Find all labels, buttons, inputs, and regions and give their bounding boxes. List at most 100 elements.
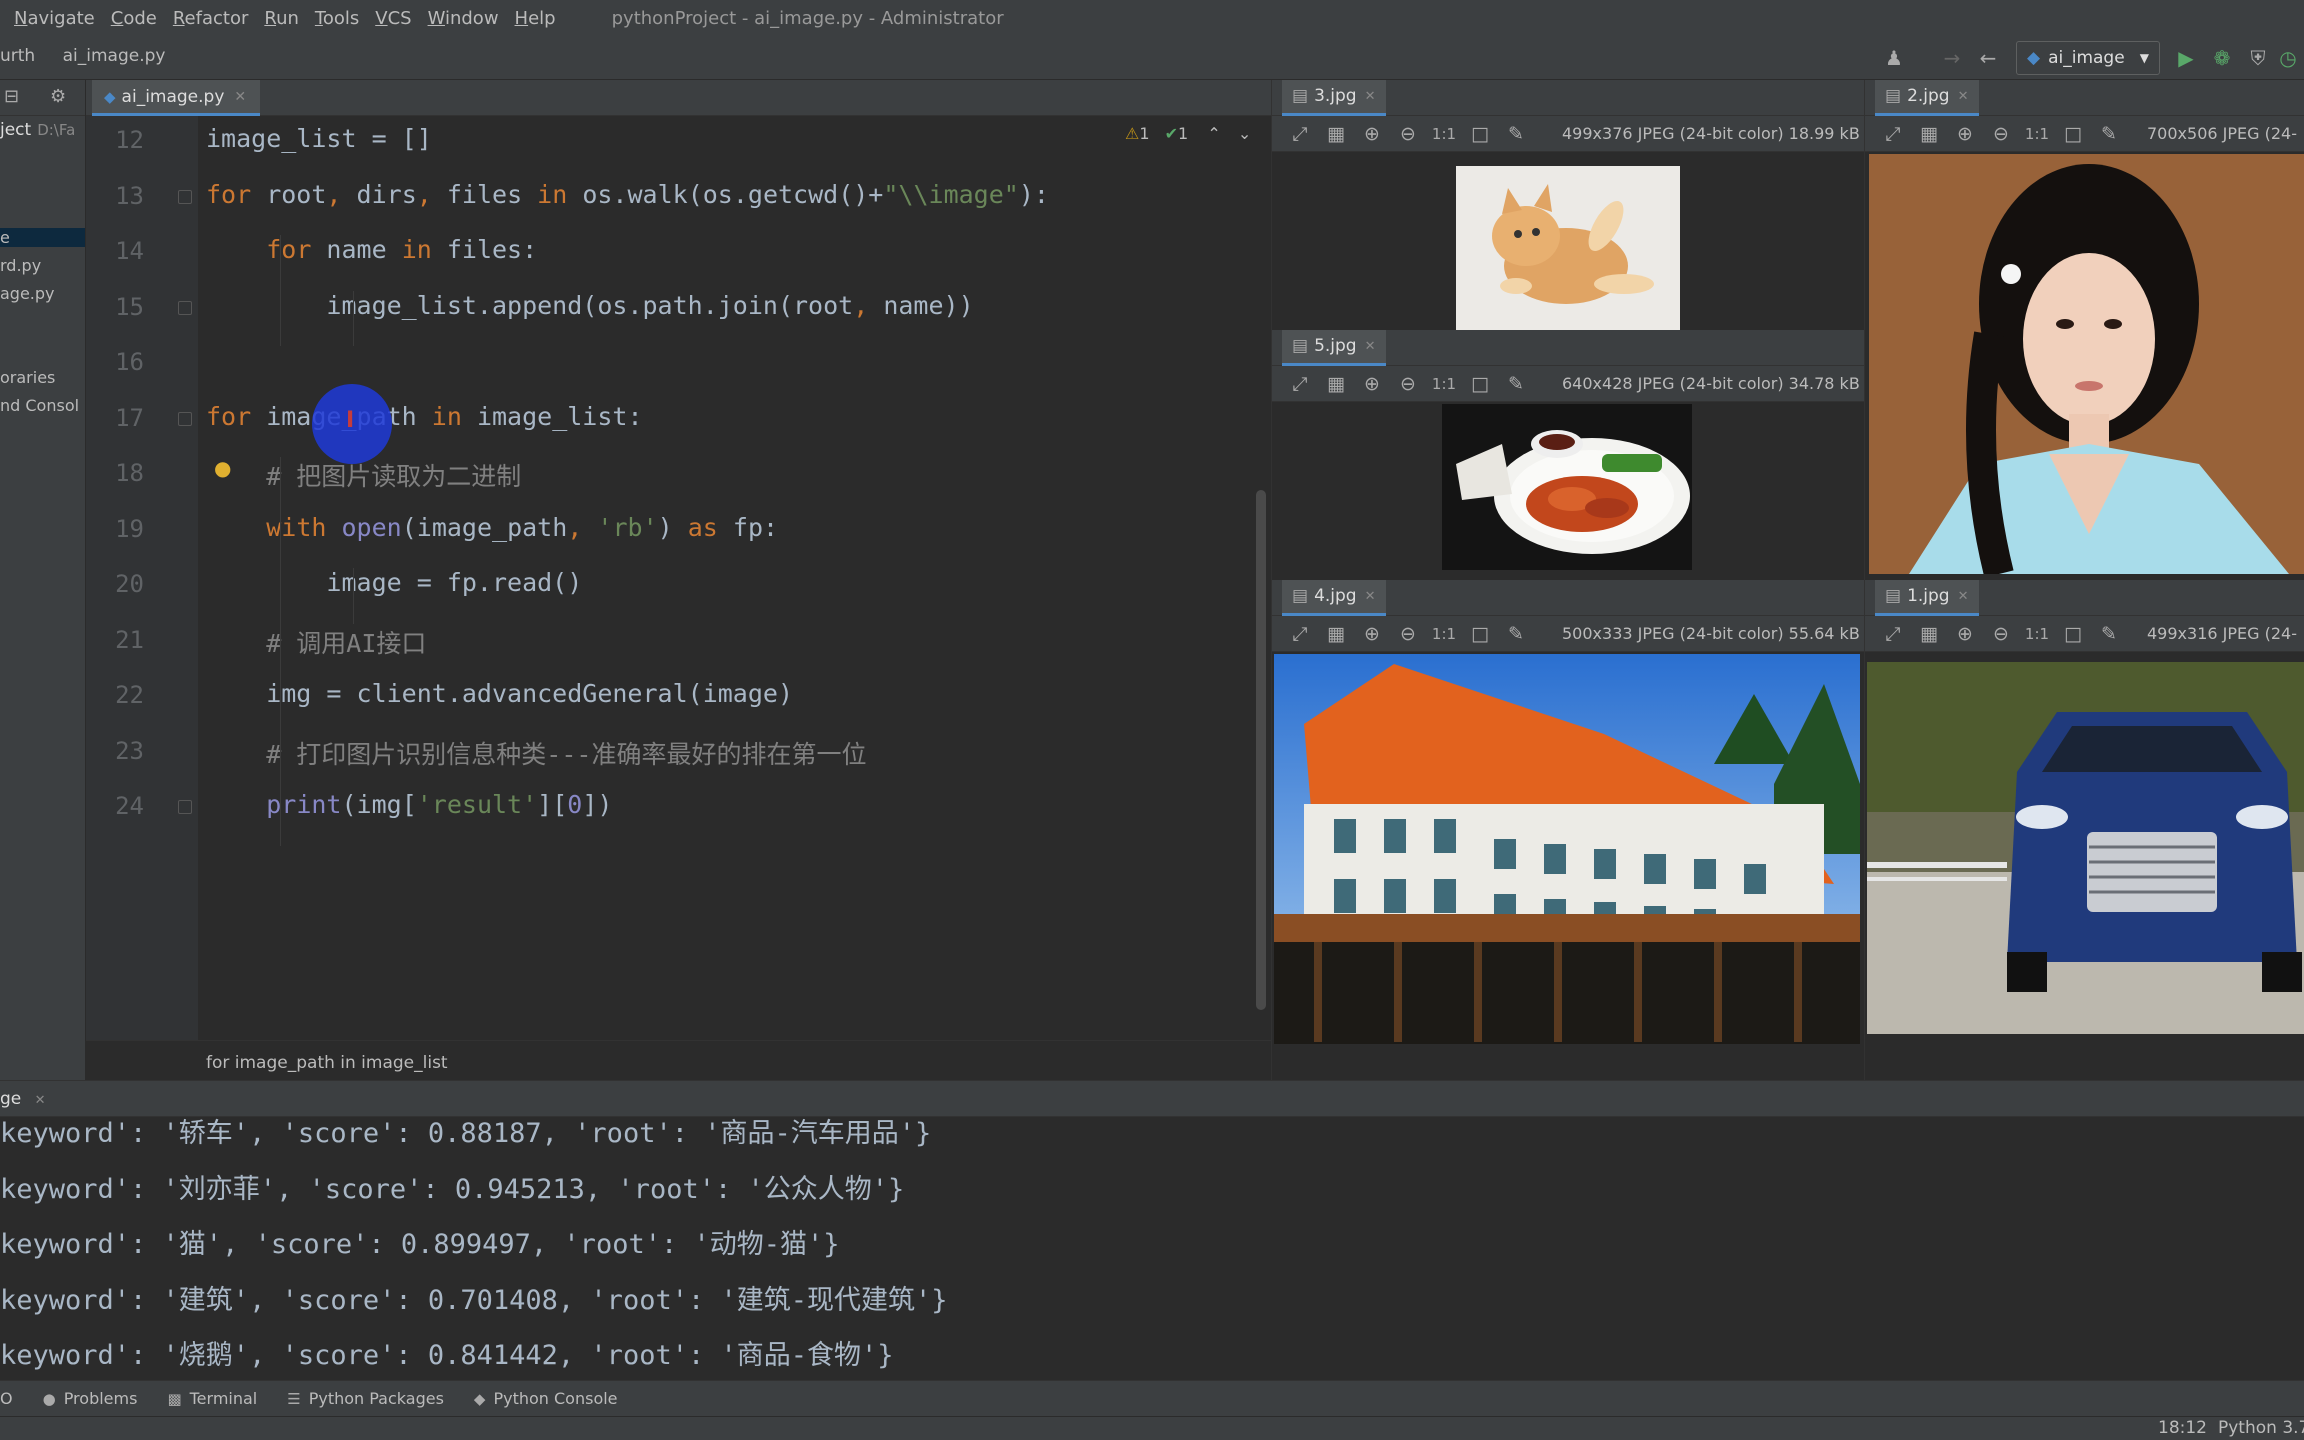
tab-5-jpg[interactable]: ▤ 5.jpg ✕: [1282, 330, 1386, 366]
fit-icon[interactable]: ⤢: [1875, 623, 1911, 645]
tab-4-jpg[interactable]: ▤ 4.jpg ✕: [1282, 580, 1386, 616]
python-packages-tool[interactable]: ☰ Python Packages: [287, 1389, 444, 1408]
zoom-out-icon[interactable]: ⊖: [1983, 123, 2019, 145]
zoom-out-icon[interactable]: ⊖: [1390, 373, 1426, 395]
grid-icon[interactable]: ▦: [1911, 623, 1947, 645]
menu-refactor[interactable]: Refactor: [173, 8, 249, 29]
zoom-out-icon[interactable]: ⊖: [1390, 123, 1426, 145]
zoom-in-icon[interactable]: ⊕: [1947, 623, 1983, 645]
close-icon[interactable]: ✕: [35, 1093, 46, 1108]
chevron-down-icon[interactable]: ⌄: [1238, 124, 1251, 143]
menu-vcs[interactable]: VCS: [375, 8, 411, 29]
tab-1-jpg[interactable]: ▤ 1.jpg ✕: [1875, 580, 1979, 616]
coverage-icon[interactable]: ⛨: [2244, 44, 2272, 72]
actual-size-icon[interactable]: 1:1: [2019, 625, 2055, 643]
code-line[interactable]: img = client.advancedGeneral(image): [206, 679, 793, 708]
chessboard-icon[interactable]: □: [2055, 123, 2091, 145]
code-line[interactable]: # 把图片读取为二进制: [206, 457, 521, 493]
code-line[interactable]: image = fp.read(): [206, 568, 582, 597]
close-icon[interactable]: ✕: [1365, 89, 1376, 104]
close-icon[interactable]: ✕: [1958, 89, 1969, 104]
eyedropper-icon[interactable]: ✎: [1498, 623, 1534, 645]
menu-tools[interactable]: Tools: [315, 8, 359, 29]
lightbulb-icon[interactable]: ●: [214, 456, 231, 480]
menu-navigate[interactable]: Navigate: [14, 8, 95, 29]
code-line[interactable]: for image_path in image_list:: [206, 402, 643, 431]
debug-icon[interactable]: ❁: [2208, 44, 2236, 72]
fold-marker-icon[interactable]: [178, 411, 192, 426]
project-item[interactable]: rd.py: [0, 256, 41, 275]
back-arrow-icon[interactable]: ←: [1974, 44, 2002, 72]
menu-run[interactable]: Run: [264, 8, 299, 29]
tab-ai-image[interactable]: ◆ ai_image.py ✕: [92, 80, 261, 116]
code-line[interactable]: # 调用AI接口: [206, 624, 426, 660]
collapse-icon[interactable]: ⊟: [4, 86, 19, 107]
fit-icon[interactable]: ⤢: [1282, 373, 1318, 395]
python-console-tool[interactable]: ◆ Python Console: [474, 1389, 618, 1408]
zoom-in-icon[interactable]: ⊕: [1354, 123, 1390, 145]
code-line[interactable]: # 打印图片识别信息种类---准确率最好的排在第一位: [206, 735, 866, 771]
close-icon[interactable]: ✕: [1365, 339, 1376, 354]
profile-icon[interactable]: ◷: [2274, 44, 2302, 72]
eyedropper-icon[interactable]: ✎: [1498, 373, 1534, 395]
zoom-in-icon[interactable]: ⊕: [1354, 623, 1390, 645]
grid-icon[interactable]: ▦: [1318, 623, 1354, 645]
breadcrumb-file[interactable]: ai_image.py: [63, 46, 166, 66]
fit-icon[interactable]: ⤢: [1282, 123, 1318, 145]
menu-help[interactable]: Help: [515, 8, 556, 29]
tab-2-jpg[interactable]: ▤ 2.jpg ✕: [1875, 80, 1979, 116]
project-item[interactable]: oraries: [0, 368, 55, 387]
code-editor[interactable]: image_list = [] for root, dirs, files in …: [198, 116, 1271, 1052]
gear-icon[interactable]: ⚙: [50, 86, 66, 107]
code-line[interactable]: print(img['result'][0]): [206, 790, 612, 819]
zoom-out-icon[interactable]: ⊖: [1390, 623, 1426, 645]
code-breadcrumb[interactable]: for image_path in image_list: [86, 1040, 1271, 1080]
close-icon[interactable]: ✕: [1365, 589, 1376, 604]
zoom-in-icon[interactable]: ⊕: [1354, 373, 1390, 395]
chessboard-icon[interactable]: □: [2055, 623, 2091, 645]
actual-size-icon[interactable]: 1:1: [1426, 125, 1462, 143]
eyedropper-icon[interactable]: ✎: [2091, 123, 2127, 145]
grid-icon[interactable]: ▦: [1911, 123, 1947, 145]
tab-3-jpg[interactable]: ▤ 3.jpg ✕: [1282, 80, 1386, 116]
fold-marker-icon[interactable]: [178, 189, 192, 204]
grid-icon[interactable]: ▦: [1318, 373, 1354, 395]
user-icon[interactable]: ♟: [1880, 44, 1908, 72]
grid-icon[interactable]: ▦: [1318, 123, 1354, 145]
eyedropper-icon[interactable]: ✎: [2091, 623, 2127, 645]
code-line[interactable]: with open(image_path, 'rb') as fp:: [206, 513, 778, 542]
breadcrumb-project[interactable]: urth: [0, 46, 35, 66]
code-line[interactable]: for root, dirs, files in os.walk(os.getc…: [206, 180, 1049, 209]
close-icon[interactable]: ✕: [1958, 589, 1969, 604]
caret-position[interactable]: 18:12: [2158, 1418, 2207, 1438]
close-icon[interactable]: ✕: [234, 89, 246, 105]
menu-code[interactable]: Code: [111, 8, 157, 29]
zoom-out-icon[interactable]: ⊖: [1983, 623, 2019, 645]
project-item[interactable]: e: [0, 228, 85, 247]
menu-window[interactable]: Window: [428, 8, 499, 29]
problems-tool[interactable]: ● Problems: [43, 1389, 138, 1408]
code-line[interactable]: for name in files:: [206, 235, 537, 264]
editor-scrollbar[interactable]: [1256, 490, 1266, 1010]
terminal-tool[interactable]: ▩ Terminal: [167, 1389, 257, 1408]
python-interpreter[interactable]: Python 3.7: [2218, 1418, 2304, 1438]
run-tab[interactable]: ge: [0, 1089, 21, 1109]
project-item[interactable]: nd Consol: [0, 396, 79, 415]
chessboard-icon[interactable]: □: [1462, 123, 1498, 145]
fit-icon[interactable]: ⤢: [1875, 123, 1911, 145]
forward-arrow-icon[interactable]: →: [1938, 44, 1966, 72]
code-line[interactable]: image_list.append(os.path.join(root, nam…: [206, 291, 973, 320]
chessboard-icon[interactable]: □: [1462, 373, 1498, 395]
todo-tool[interactable]: O: [0, 1389, 13, 1408]
chessboard-icon[interactable]: □: [1462, 623, 1498, 645]
actual-size-icon[interactable]: 1:1: [1426, 625, 1462, 643]
eyedropper-icon[interactable]: ✎: [1498, 123, 1534, 145]
run-configuration-select[interactable]: ◆ ai_image ▼: [2016, 41, 2160, 75]
project-root[interactable]: ject D:\Fa: [0, 120, 75, 140]
chevron-up-icon[interactable]: ⌃: [1207, 124, 1220, 143]
actual-size-icon[interactable]: 1:1: [1426, 375, 1462, 393]
fit-icon[interactable]: ⤢: [1282, 623, 1318, 645]
fold-marker-icon[interactable]: [178, 300, 192, 315]
project-item[interactable]: age.py: [0, 284, 55, 303]
inspection-widget[interactable]: ⚠1 ✔1 ⌃ ⌄: [1125, 124, 1251, 143]
